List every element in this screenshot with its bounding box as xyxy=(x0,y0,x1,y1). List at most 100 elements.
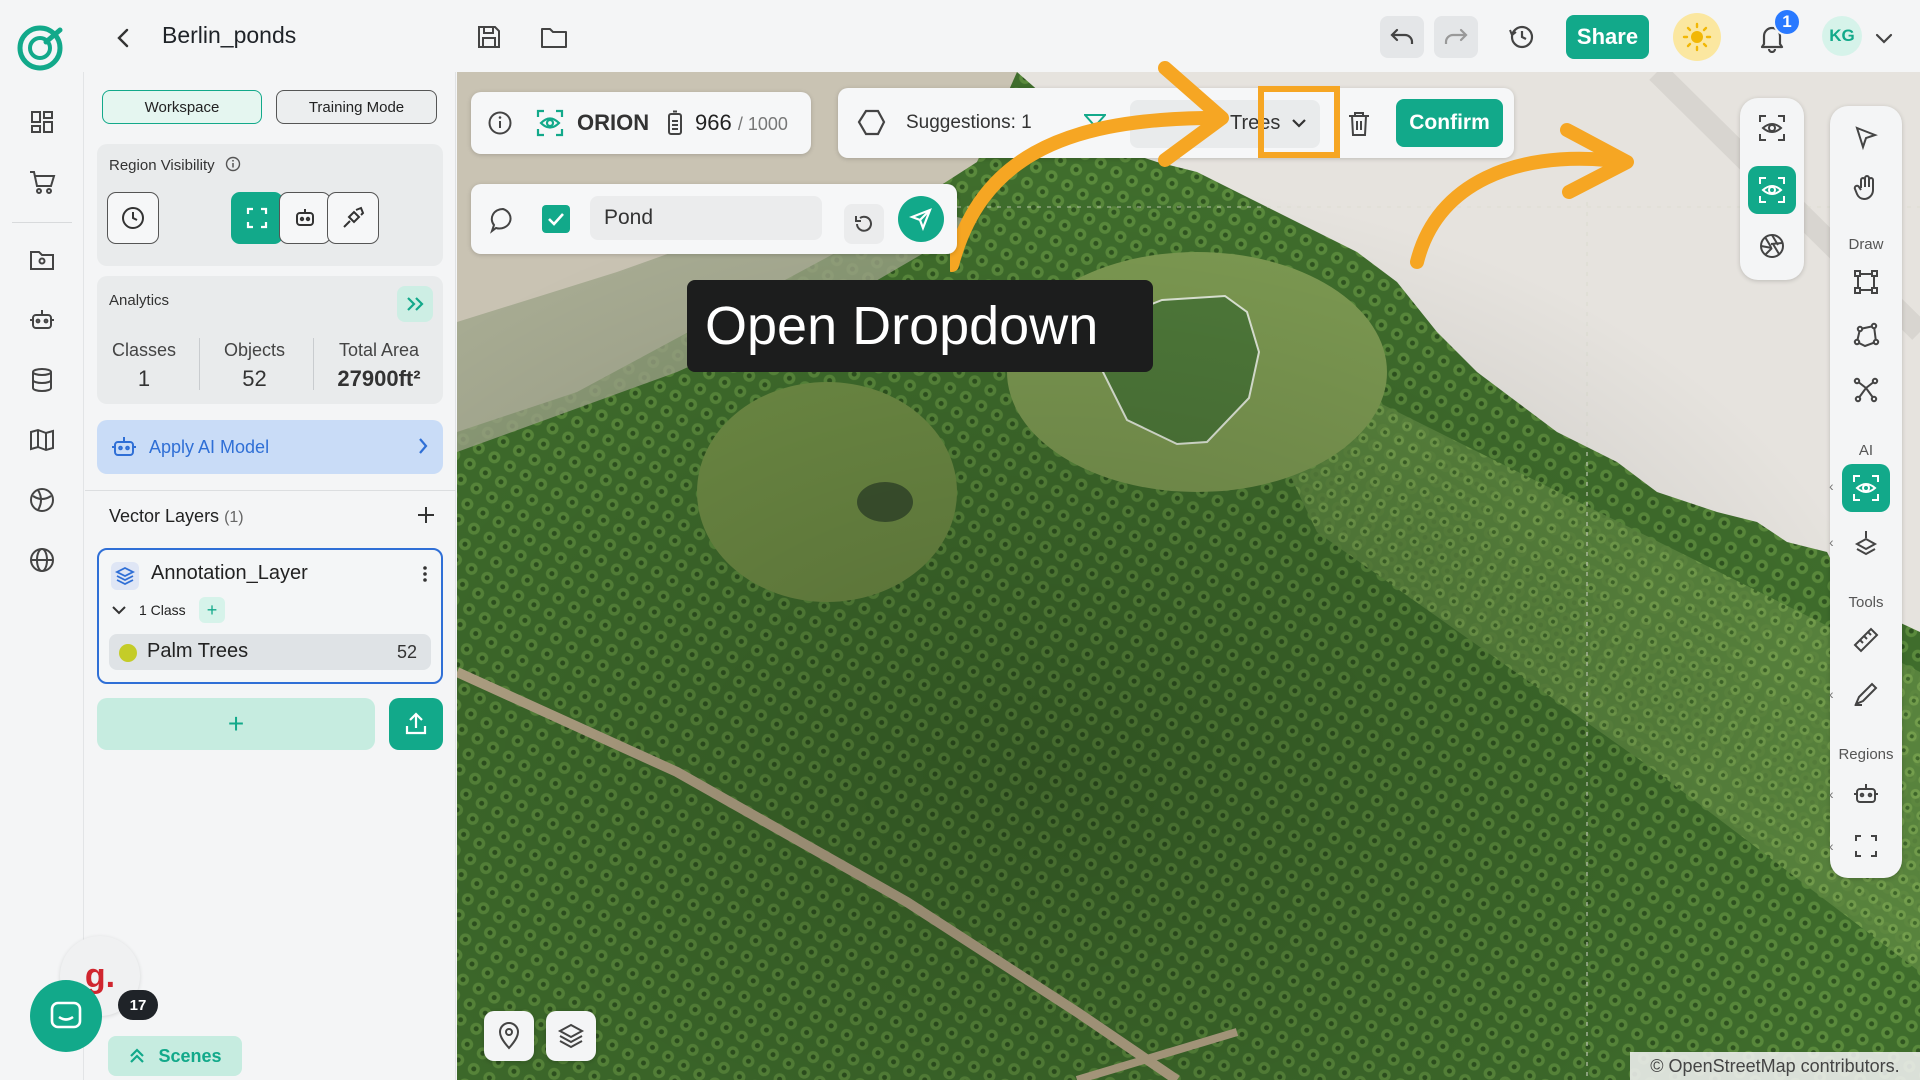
draw-region-button[interactable] xyxy=(327,192,379,244)
theme-sun-icon[interactable] xyxy=(1673,13,1721,61)
layers-toggle-button[interactable] xyxy=(546,1011,596,1061)
robot-region-button[interactable] xyxy=(279,192,331,244)
layer-name[interactable]: Annotation_Layer xyxy=(151,562,308,585)
chevron-down-icon[interactable] xyxy=(111,604,127,616)
classes-label: Classes xyxy=(111,340,177,360)
ai-detect-active-icon[interactable] xyxy=(1842,464,1890,512)
robot-region-icon[interactable] xyxy=(1842,770,1890,818)
chevron-left-icon[interactable]: ‹ xyxy=(1829,686,1834,702)
polygon-draw-icon[interactable] xyxy=(1842,312,1890,360)
folder-location-icon[interactable] xyxy=(22,240,62,280)
save-icon[interactable] xyxy=(467,16,511,58)
database-icon[interactable] xyxy=(22,360,62,400)
objects-value: 52 xyxy=(242,366,267,391)
user-avatar[interactable]: KG xyxy=(1822,16,1862,56)
chat-support-button[interactable] xyxy=(30,980,102,1052)
map-icon[interactable] xyxy=(22,420,62,460)
project-title[interactable]: Berlin_ponds xyxy=(162,22,296,49)
regions-section-label: Regions xyxy=(1838,746,1894,763)
class-row-palm-trees[interactable]: Palm Trees 52 xyxy=(109,634,431,670)
prompt-checkbox[interactable] xyxy=(542,205,570,233)
reset-icon[interactable] xyxy=(844,204,884,244)
pen-draw-icon[interactable] xyxy=(1842,670,1890,718)
share-button[interactable]: Share xyxy=(1566,15,1649,59)
back-arrow-icon[interactable] xyxy=(106,20,142,56)
clock-region-button[interactable] xyxy=(107,192,159,244)
credits-max: / 1000 xyxy=(737,114,788,134)
add-class-button[interactable]: + xyxy=(199,597,225,623)
chevron-down-icon[interactable] xyxy=(1870,24,1898,52)
info-icon[interactable] xyxy=(225,156,241,176)
analytics-title: Analytics xyxy=(109,292,170,309)
ai-mode-toolbar xyxy=(1740,98,1804,280)
keypoint-skeleton-icon[interactable] xyxy=(1842,366,1890,414)
layers-icon xyxy=(111,562,139,590)
panel-divider xyxy=(85,490,456,491)
location-pin-button[interactable] xyxy=(484,1011,534,1061)
cart-icon[interactable] xyxy=(22,162,62,202)
aperture-icon[interactable] xyxy=(1748,222,1796,270)
pointer-select-icon[interactable] xyxy=(1842,114,1890,162)
model-toolbar: ORION 966 / 1000 xyxy=(471,92,811,154)
tab-workspace[interactable]: Workspace xyxy=(102,90,262,124)
undo-icon[interactable] xyxy=(1380,16,1424,58)
total-area-label: Total Area xyxy=(338,340,420,360)
map-attribution[interactable]: © OpenStreetMap contributors. xyxy=(1630,1052,1920,1080)
chat-bubble-icon[interactable] xyxy=(489,206,517,234)
credits-value: 966 xyxy=(695,110,732,135)
folder-icon[interactable] xyxy=(532,16,576,58)
polygon-shape-icon xyxy=(856,108,886,138)
send-prompt-button[interactable] xyxy=(898,196,944,242)
chevron-left-icon[interactable]: ‹ xyxy=(1829,478,1834,494)
export-upload-button[interactable] xyxy=(389,698,443,750)
bounding-box-icon[interactable] xyxy=(1842,258,1890,306)
history-icon[interactable] xyxy=(1500,16,1544,58)
vector-layers-label: Vector Layers xyxy=(109,506,220,526)
redo-icon[interactable] xyxy=(1434,16,1478,58)
app-logo-icon[interactable] xyxy=(16,22,68,74)
hand-pan-icon[interactable] xyxy=(1842,164,1890,212)
more-vertical-icon[interactable] xyxy=(415,562,435,586)
scan-eye-icon[interactable] xyxy=(1748,104,1796,152)
tools-toolbar: Draw AI ‹ ‹ Tools ‹ Regions ‹ ‹ xyxy=(1829,106,1902,878)
magic-segment-icon[interactable] xyxy=(1842,518,1890,566)
chevron-left-icon[interactable]: ‹ xyxy=(1829,534,1834,550)
prompt-input[interactable]: Pond xyxy=(590,196,822,240)
chat-unread-badge: 17 xyxy=(118,990,158,1020)
region-visibility-title: Region Visibility xyxy=(109,156,241,176)
expand-analytics-button[interactable] xyxy=(397,286,433,322)
robot-icon xyxy=(111,435,137,459)
analytics-card: Analytics Classes 1 Objects 52 Total Are… xyxy=(97,276,443,404)
prompt-input-value: Pond xyxy=(604,206,654,229)
scenes-button[interactable]: Scenes xyxy=(108,1036,242,1076)
stat-divider xyxy=(199,338,200,390)
add-layer-plus-icon[interactable] xyxy=(411,500,441,530)
robot-icon[interactable] xyxy=(22,300,62,340)
ruler-measure-icon[interactable] xyxy=(1842,616,1890,664)
tab-training-mode[interactable]: Training Mode xyxy=(276,90,437,124)
double-chevron-up-icon xyxy=(128,1047,146,1065)
class-color-dot xyxy=(119,644,137,662)
fullscreen-region-icon[interactable] xyxy=(1842,822,1890,870)
add-vector-layer-button[interactable]: + xyxy=(97,698,375,750)
ai-section-label: AI xyxy=(1858,442,1874,459)
model-name[interactable]: ORION xyxy=(577,110,649,136)
ai-eye-scan-icon xyxy=(535,108,565,138)
left-nav-rail xyxy=(0,72,84,1080)
apply-ai-model-label: Apply AI Model xyxy=(149,436,270,457)
apply-ai-model-button[interactable]: Apply AI Model xyxy=(97,420,443,474)
globe-icon[interactable] xyxy=(22,540,62,580)
confirm-button[interactable]: Confirm xyxy=(1396,99,1503,147)
ai-eye-active-icon[interactable] xyxy=(1748,166,1796,214)
globe-grid-icon[interactable] xyxy=(22,480,62,520)
credits-counter: 966 / 1000 xyxy=(695,110,788,136)
chevron-left-icon[interactable]: ‹ xyxy=(1829,838,1834,854)
total-area-value: 27900ft² xyxy=(337,366,421,391)
info-icon[interactable] xyxy=(487,110,513,136)
draw-section-label: Draw xyxy=(1848,236,1884,253)
annotation-layer-card[interactable]: Annotation_Layer 1 Class + Palm Trees 52 xyxy=(97,548,443,684)
objects-label: Objects xyxy=(223,340,286,360)
chevron-left-icon[interactable]: ‹ xyxy=(1829,786,1834,802)
fullscreen-region-button[interactable] xyxy=(231,192,283,244)
dashboard-grid-icon[interactable] xyxy=(22,102,62,142)
